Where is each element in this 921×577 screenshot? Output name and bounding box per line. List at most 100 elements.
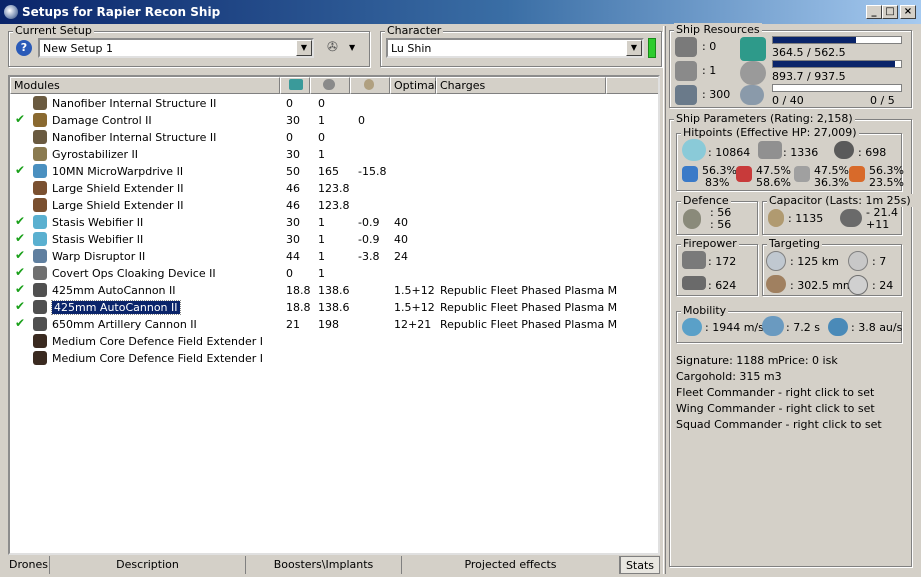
table-row[interactable]: Medium Core Defence Field Extender I bbox=[10, 333, 658, 350]
table-row[interactable]: ✔ 10MN MicroWarpdrive II 50 165 -15.8 bbox=[10, 163, 658, 180]
module-name: Stasis Webifier II bbox=[52, 233, 144, 246]
table-row[interactable]: ✔ 425mm AutoCannon II 18.8 138.6 1.5+12 Repub… bbox=[10, 299, 658, 316]
active-check-icon[interactable]: ✔ bbox=[15, 265, 25, 279]
column-header-filler bbox=[606, 77, 658, 94]
maximize-button[interactable]: □ bbox=[882, 5, 898, 19]
speed-icon bbox=[682, 318, 702, 336]
module-optimal: 1.5+12 bbox=[394, 284, 435, 297]
squad-commander[interactable]: Squad Commander - right click to set bbox=[676, 418, 882, 431]
table-row[interactable]: ✔ 650mm Artillery Cannon II 21 198 12+21 Repu… bbox=[10, 316, 658, 333]
module-powergrid: 1 bbox=[318, 216, 325, 229]
module-name: Medium Core Defence Field Extender I bbox=[52, 352, 264, 365]
column-header-optimal[interactable]: Optimal bbox=[390, 77, 438, 94]
fleet-commander[interactable]: Fleet Commander - right click to set bbox=[676, 386, 874, 399]
defence-value-2: : 56 bbox=[710, 218, 732, 231]
turret-slots: : 0 bbox=[702, 40, 717, 53]
chevron-down-icon[interactable]: ▼ bbox=[296, 40, 312, 56]
module-icon bbox=[33, 96, 47, 110]
active-check-icon[interactable]: ✔ bbox=[15, 163, 25, 177]
splitter[interactable] bbox=[663, 26, 666, 574]
targeting-label: Targeting bbox=[767, 237, 823, 250]
wing-commander[interactable]: Wing Commander - right click to set bbox=[676, 402, 875, 415]
app-icon bbox=[4, 5, 18, 19]
table-row[interactable]: ✔ Covert Ops Cloaking Device II 0 1 bbox=[10, 265, 658, 282]
active-check-icon[interactable]: ✔ bbox=[15, 282, 25, 296]
column-header-charges[interactable]: Charges bbox=[436, 77, 606, 94]
warp-speed: : 3.8 au/s bbox=[851, 321, 903, 334]
table-row[interactable]: ✔ Stasis Webifier II 30 1 -0.9 40 bbox=[10, 214, 658, 231]
active-check-icon[interactable]: ✔ bbox=[15, 231, 25, 245]
module-name: Medium Core Defence Field Extender I bbox=[52, 335, 264, 348]
module-powergrid: 138.6 bbox=[318, 284, 350, 297]
column-header-powergrid[interactable] bbox=[310, 77, 350, 94]
title-bar[interactable]: Setups for Rapier Recon Ship _ □ × bbox=[0, 0, 921, 24]
capacitor-delta-2: +11 bbox=[866, 218, 890, 231]
current-setup-label: Current Setup bbox=[13, 24, 94, 37]
modules-table[interactable]: Modules Optimal Charges Nanofiber Intern… bbox=[8, 75, 660, 555]
tab-projected-effects[interactable]: Projected effects bbox=[402, 556, 620, 574]
tab-drones[interactable]: Drones bbox=[8, 556, 50, 574]
table-row[interactable]: ✔ Warp Disruptor II 44 1 -3.8 24 bbox=[10, 248, 658, 265]
skill-status-indicator bbox=[648, 38, 656, 58]
structure-hp: : 698 bbox=[858, 146, 887, 159]
module-powergrid: 123.8 bbox=[318, 182, 350, 195]
character-label: Character bbox=[385, 24, 444, 37]
tab-boosters-implants[interactable]: Boosters\Implants bbox=[246, 556, 402, 574]
character-select[interactable]: Lu Shin ▼ bbox=[386, 38, 644, 58]
table-row[interactable]: Nanofiber Internal Structure II 0 0 bbox=[10, 95, 658, 112]
setup-select[interactable]: New Setup 1 ▼ bbox=[38, 38, 314, 58]
kinetic-resist-2: 36.3% bbox=[814, 176, 849, 189]
module-capacitor: -15.8 bbox=[358, 165, 387, 178]
help-icon[interactable]: ? bbox=[16, 40, 32, 56]
module-powergrid: 1 bbox=[318, 114, 325, 127]
module-capacitor: 0 bbox=[358, 114, 365, 127]
em-resist-2: 83% bbox=[705, 176, 730, 189]
cpu-icon bbox=[289, 79, 303, 90]
range-icon bbox=[766, 251, 786, 271]
module-icon bbox=[33, 249, 47, 263]
column-header-capacitor[interactable] bbox=[350, 77, 390, 94]
window-title: Setups for Rapier Recon Ship bbox=[22, 5, 221, 19]
table-row[interactable]: Medium Core Defence Field Extender I bbox=[10, 350, 658, 367]
module-powergrid: 1 bbox=[318, 148, 325, 161]
column-header-modules[interactable]: Modules bbox=[10, 77, 280, 94]
module-cpu: 21 bbox=[286, 318, 300, 331]
setup-select-value: New Setup 1 bbox=[43, 42, 114, 55]
module-icon bbox=[33, 130, 47, 144]
firepower-label: Firepower bbox=[681, 237, 739, 250]
table-row[interactable]: Large Shield Extender II 46 123.8 bbox=[10, 197, 658, 214]
table-row[interactable]: ✔ 425mm AutoCannon II 18.8 138.6 1.5+12 Repub… bbox=[10, 282, 658, 299]
dropdown-arrow-icon: ▼ bbox=[349, 43, 356, 52]
tab-description[interactable]: Description bbox=[50, 556, 246, 574]
minimize-button[interactable]: _ bbox=[866, 5, 882, 19]
active-check-icon[interactable]: ✔ bbox=[15, 299, 25, 313]
drone-bay-icon bbox=[740, 85, 764, 105]
module-powergrid: 123.8 bbox=[318, 199, 350, 212]
drone-bandwidth-bar bbox=[772, 84, 902, 92]
dps-icon bbox=[682, 276, 706, 290]
active-check-icon[interactable]: ✔ bbox=[15, 316, 25, 330]
active-check-icon[interactable]: ✔ bbox=[15, 214, 25, 228]
module-cpu: 30 bbox=[286, 233, 300, 246]
active-check-icon[interactable]: ✔ bbox=[15, 112, 25, 126]
setup-tools-button[interactable]: ✇ ▼ bbox=[325, 40, 361, 56]
module-name: Large Shield Extender II bbox=[52, 199, 184, 212]
thermal-resist-icon bbox=[736, 166, 752, 182]
table-row[interactable]: ✔ Stasis Webifier II 30 1 -0.9 40 bbox=[10, 231, 658, 248]
tab-stats[interactable]: Stats bbox=[620, 556, 660, 574]
table-row[interactable]: Gyrostabilizer II 30 1 bbox=[10, 146, 658, 163]
table-row[interactable]: Nanofiber Internal Structure II 0 0 bbox=[10, 129, 658, 146]
table-row[interactable]: ✔ Damage Control II 30 1 0 bbox=[10, 112, 658, 129]
module-cpu: 46 bbox=[286, 182, 300, 195]
module-capacitor: -0.9 bbox=[358, 216, 380, 229]
chevron-down-icon[interactable]: ▼ bbox=[626, 40, 642, 56]
price: Price: 0 isk bbox=[778, 354, 838, 367]
table-row[interactable]: Large Shield Extender II 46 123.8 bbox=[10, 180, 658, 197]
powergrid-large-icon bbox=[740, 61, 766, 85]
module-cpu: 0 bbox=[286, 97, 293, 110]
drones-active: 0 / 5 bbox=[870, 94, 895, 107]
module-name: Warp Disruptor II bbox=[52, 250, 146, 263]
column-header-cpu[interactable] bbox=[280, 77, 310, 94]
active-check-icon[interactable]: ✔ bbox=[15, 248, 25, 262]
close-button[interactable]: × bbox=[900, 5, 916, 19]
